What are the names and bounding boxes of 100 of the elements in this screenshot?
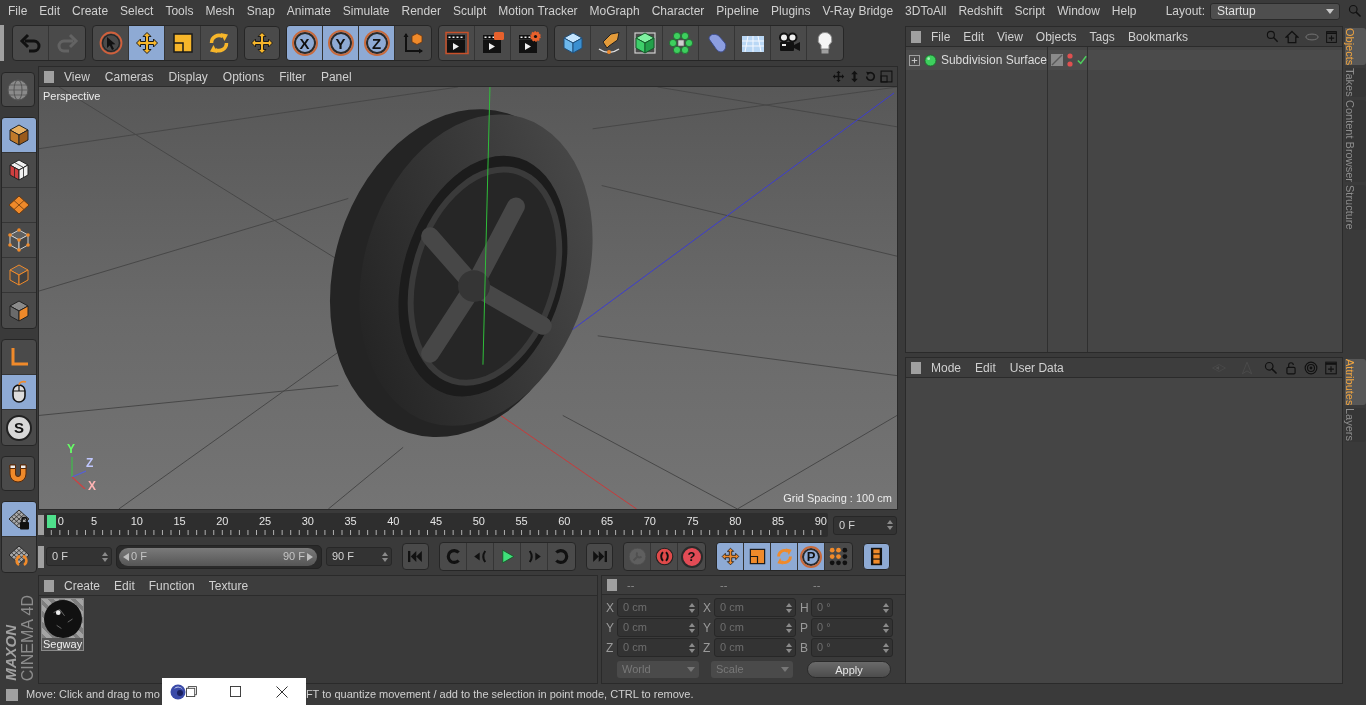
- viewport-button[interactable]: [1, 72, 35, 107]
- menu-item[interactable]: Select: [120, 2, 154, 20]
- panel-menu-item[interactable]: View: [64, 67, 90, 86]
- menu-item[interactable]: Redshift: [958, 2, 1003, 20]
- panel-menu-item[interactable]: Bookmarks: [1127, 27, 1188, 46]
- frame-label[interactable]: 40: [387, 515, 400, 528]
- side-tab[interactable]: Takes: [1345, 68, 1366, 98]
- layout-dropdown[interactable]: Startup: [1210, 2, 1340, 20]
- menu-item[interactable]: Create: [72, 2, 109, 20]
- frame-label[interactable]: 70: [643, 515, 656, 528]
- expand-icon[interactable]: [909, 54, 920, 66]
- menu-item[interactable]: 3DToAll: [905, 2, 947, 20]
- panel-menu-item[interactable]: Tags: [1089, 27, 1115, 46]
- menu-item[interactable]: Mesh: [205, 2, 235, 20]
- frame-label[interactable]: 35: [344, 515, 357, 528]
- menu-item[interactable]: Render: [401, 2, 441, 20]
- caret-right-icon[interactable]: [307, 552, 313, 561]
- wheel-drawing[interactable]: [329, 109, 593, 437]
- grip-icon[interactable]: [38, 545, 44, 568]
- close-icon[interactable]: [275, 685, 288, 698]
- model-button[interactable]: [2, 118, 36, 153]
- frame-label[interactable]: 5: [91, 515, 98, 528]
- frame-label[interactable]: 90: [814, 515, 827, 528]
- panel-menu-item[interactable]: Panel: [320, 67, 352, 86]
- panel-menu-item[interactable]: Create: [64, 576, 101, 595]
- go-start-button[interactable]: [402, 543, 429, 570]
- frame-label[interactable]: 20: [216, 515, 229, 528]
- current-frame-field[interactable]: 0 F: [833, 515, 897, 535]
- move-button[interactable]: [244, 26, 280, 60]
- panel-menu-item[interactable]: Cameras: [104, 67, 154, 86]
- menu-item[interactable]: Tools: [165, 2, 194, 20]
- axis-lock-button[interactable]: Y: [323, 26, 359, 60]
- panel-menu-item[interactable]: File: [931, 27, 951, 46]
- side-tab[interactable]: Layers: [1345, 408, 1366, 442]
- menu-item[interactable]: Pipeline: [716, 2, 760, 20]
- restore-icon[interactable]: [185, 686, 197, 697]
- grip-icon[interactable]: [0, 25, 4, 61]
- object-row[interactable]: Subdivision Surface: [906, 50, 1342, 70]
- frame-label[interactable]: 75: [686, 515, 699, 528]
- frame-label[interactable]: 60: [558, 515, 571, 528]
- menu-item[interactable]: Sculpt: [452, 2, 487, 20]
- grip-icon[interactable]: [911, 361, 921, 374]
- grip-icon[interactable]: [6, 688, 18, 701]
- axis-lock-button[interactable]: Z: [359, 26, 395, 60]
- spinner-arrows-icon[interactable]: [382, 551, 388, 562]
- object-name[interactable]: Subdivision Surface: [940, 51, 1047, 69]
- menu-item[interactable]: Snap: [246, 2, 275, 20]
- visibility-dots-icon[interactable]: [1067, 53, 1073, 67]
- panel-menu-item[interactable]: View: [997, 27, 1023, 46]
- check-icon[interactable]: [1077, 55, 1087, 65]
- start-frame-field[interactable]: 0 F: [46, 547, 112, 566]
- spinner-arrows-icon[interactable]: [887, 520, 893, 530]
- panel-menu-item[interactable]: Edit: [114, 576, 135, 595]
- end-frame-field[interactable]: 90 F: [326, 547, 392, 566]
- move-key-button[interactable]: [717, 543, 744, 570]
- menu-item[interactable]: Script: [1014, 2, 1046, 20]
- frame-label[interactable]: 45: [429, 515, 443, 528]
- grip-icon[interactable]: [44, 579, 54, 592]
- film-button[interactable]: [863, 543, 890, 570]
- panel-menu-item[interactable]: Display: [168, 67, 208, 86]
- tweak-button[interactable]: [2, 375, 36, 410]
- grip-icon[interactable]: [607, 579, 617, 591]
- side-tab[interactable]: Attributes: [1345, 359, 1366, 406]
- material-thumbnail[interactable]: Segway: [41, 598, 84, 651]
- menu-item[interactable]: File: [8, 2, 28, 20]
- grip-icon[interactable]: [911, 30, 921, 43]
- panel-menu-item[interactable]: Options: [222, 67, 265, 86]
- frame-label[interactable]: 80: [729, 515, 742, 528]
- panel-menu-item[interactable]: Edit: [975, 358, 996, 377]
- menu-item[interactable]: Help: [1111, 2, 1137, 20]
- panel-menu-item[interactable]: User Data: [1009, 358, 1064, 377]
- grip-icon[interactable]: [38, 515, 44, 535]
- move-button[interactable]: [129, 26, 165, 60]
- caret-left-icon[interactable]: [123, 552, 129, 561]
- menu-item[interactable]: Simulate: [342, 2, 390, 20]
- scale-key-button[interactable]: [744, 543, 771, 570]
- panel-menu-item[interactable]: Edit: [963, 27, 985, 46]
- maximize-icon[interactable]: [229, 686, 241, 697]
- menu-item[interactable]: Motion Tracker: [498, 2, 578, 20]
- rotate-key-button[interactable]: [771, 543, 798, 570]
- panel-menu-item[interactable]: Filter: [279, 67, 306, 86]
- panel-menu-item[interactable]: Objects: [1035, 27, 1077, 46]
- frame-label[interactable]: 10: [130, 515, 143, 528]
- side-tab[interactable]: Content Browser: [1345, 100, 1366, 182]
- frame-label[interactable]: 55: [515, 515, 528, 528]
- menu-item[interactable]: Animate: [286, 2, 331, 20]
- axis-lock-button[interactable]: X: [287, 26, 323, 60]
- panel-menu-item[interactable]: Texture: [208, 576, 249, 595]
- frame-label[interactable]: 30: [301, 515, 314, 528]
- menu-item[interactable]: V-Ray Bridge: [822, 2, 894, 20]
- menu-item[interactable]: Character: [651, 2, 705, 20]
- frame-label[interactable]: 0: [46, 515, 64, 528]
- param-key-button[interactable]: P: [798, 543, 825, 570]
- side-tab[interactable]: Objects: [1345, 28, 1366, 66]
- menu-item[interactable]: Window: [1057, 2, 1100, 20]
- frame-label[interactable]: 50: [472, 515, 485, 528]
- frame-label[interactable]: 15: [173, 515, 186, 528]
- magnet-button[interactable]: [1, 456, 35, 491]
- menu-item[interactable]: Edit: [39, 2, 61, 20]
- spinner-arrows-icon[interactable]: [102, 551, 108, 562]
